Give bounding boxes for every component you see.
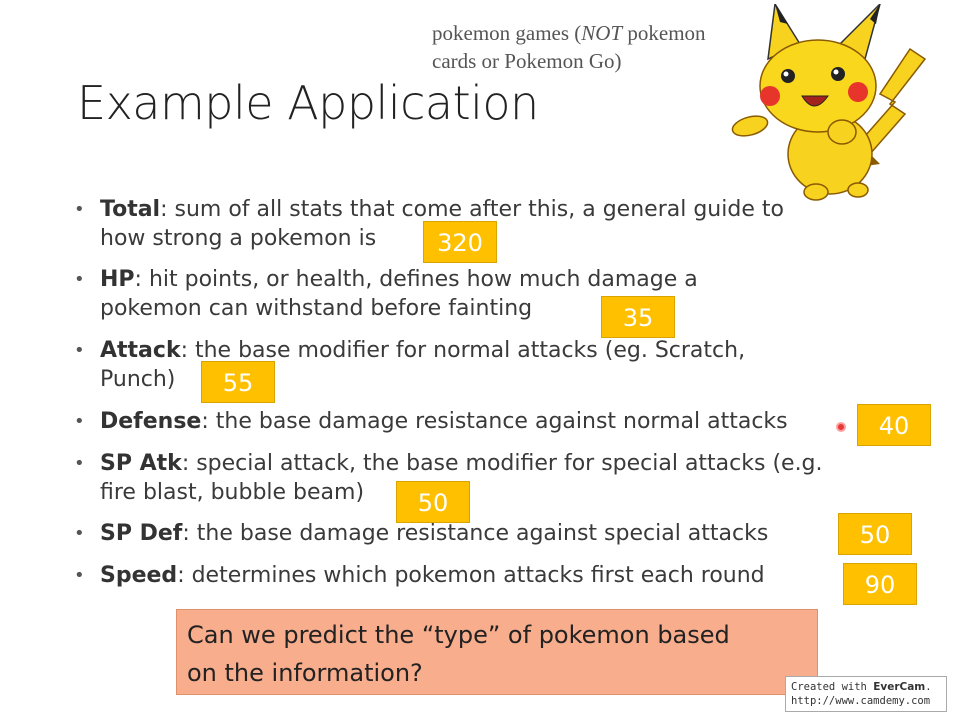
stat-desc-line1: : hit points, or health, defines how muc… [134, 267, 698, 292]
note-line2: cards or Pokemon Go) [432, 49, 622, 73]
stat-term: Attack [100, 338, 181, 363]
list-item: • HP: hit points, or health, defines how… [74, 265, 894, 323]
stat-desc-line2: fire blast, bubble beam) [100, 480, 365, 505]
bullet: • [74, 565, 85, 586]
stat-term: Defense [100, 409, 202, 434]
stat-desc-line2: pokemon can withstand before fainting [100, 296, 533, 321]
stat-desc-line1: : determines which pokemon attacks first… [177, 563, 765, 588]
question-line1: Can we predict the “type” of pokemon bas… [187, 621, 730, 649]
stat-term: Total [100, 197, 161, 222]
value-box-sp-def: 50 [838, 513, 912, 555]
list-item: • Speed: determines which pokemon attack… [74, 561, 894, 590]
stat-desc-line2: Punch) [100, 367, 176, 392]
value-box-total: 320 [423, 221, 497, 263]
stat-desc-line1: : sum of all stats that come after this,… [160, 197, 784, 222]
slide-title: Example Application [77, 76, 539, 130]
bullet: • [74, 340, 85, 361]
note-line1-post: pokemon [622, 21, 706, 45]
stat-desc-line1: : the base modifier for normal attacks (… [180, 338, 746, 363]
list-item: • SP Def: the base damage resistance aga… [74, 519, 894, 548]
list-item: • Defense: the base damage resistance ag… [74, 407, 894, 436]
watermark-url: http://www.camdemy.com [791, 695, 931, 707]
pikachu-image [731, 4, 927, 201]
bullet: • [74, 453, 85, 474]
list-item: • Attack: the base modifier for normal a… [74, 336, 894, 394]
evercam-watermark: Created with EverCam. http://www.camdemy… [785, 676, 947, 712]
note-line1-em: NOT [581, 21, 623, 45]
stat-desc-line1: : the base damage resistance against spe… [182, 521, 769, 546]
bullet: • [74, 199, 85, 220]
bullet: • [74, 269, 85, 290]
question-line2: on the information? [187, 659, 423, 687]
watermark-dot: . [925, 681, 932, 693]
value-box-sp-atk: 50 [396, 481, 470, 523]
value-box-defense: 40 [857, 404, 931, 446]
stat-desc-line1: : special attack, the base modifier for … [181, 451, 823, 476]
watermark-brand: EverCam [873, 681, 926, 693]
stat-term: Speed [100, 563, 178, 588]
watermark-created-with: Created with [791, 681, 874, 693]
stat-term: SP Atk [100, 451, 182, 476]
stat-desc-line1: : the base damage resistance against nor… [201, 409, 788, 434]
stat-term: SP Def [100, 521, 183, 546]
note-line1-pre: pokemon games ( [432, 21, 582, 45]
list-item: • SP Atk: special attack, the base modif… [74, 449, 894, 507]
question-box: Can we predict the “type” of pokemon bas… [176, 609, 818, 695]
value-box-speed: 90 [843, 563, 917, 605]
cursor-pointer-icon [836, 422, 846, 432]
value-box-attack: 55 [201, 361, 275, 403]
bullet: • [74, 523, 85, 544]
subtitle-note: pokemon games (NOT pokemon cards or Poke… [432, 19, 752, 75]
stat-term: HP [100, 267, 135, 292]
value-box-hp: 35 [601, 296, 675, 338]
bullet: • [74, 411, 85, 432]
stat-desc-line2: how strong a pokemon is [100, 226, 377, 251]
